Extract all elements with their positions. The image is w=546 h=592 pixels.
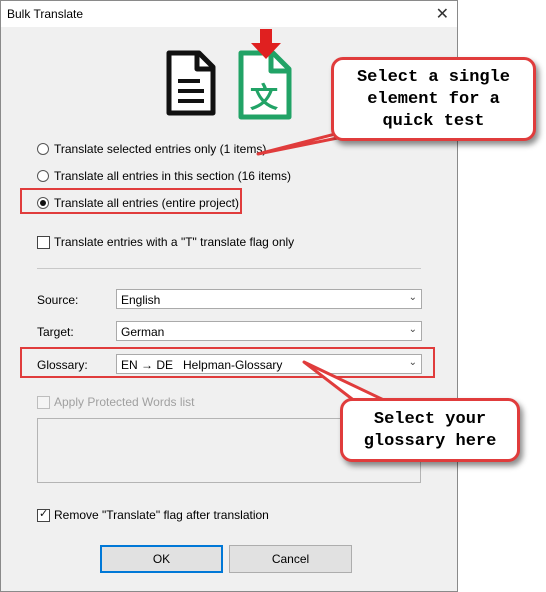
callout-glossary: Select your glossary here [340, 398, 520, 462]
callout-line: Select a single [356, 68, 511, 87]
callout-line: Select your [373, 410, 487, 429]
callout-line: element for a [367, 90, 500, 109]
callout-quick-test: Select a single element for a quick test [331, 57, 536, 141]
callout-line: quick test [382, 112, 485, 131]
callout-line: glossary here [363, 432, 497, 451]
